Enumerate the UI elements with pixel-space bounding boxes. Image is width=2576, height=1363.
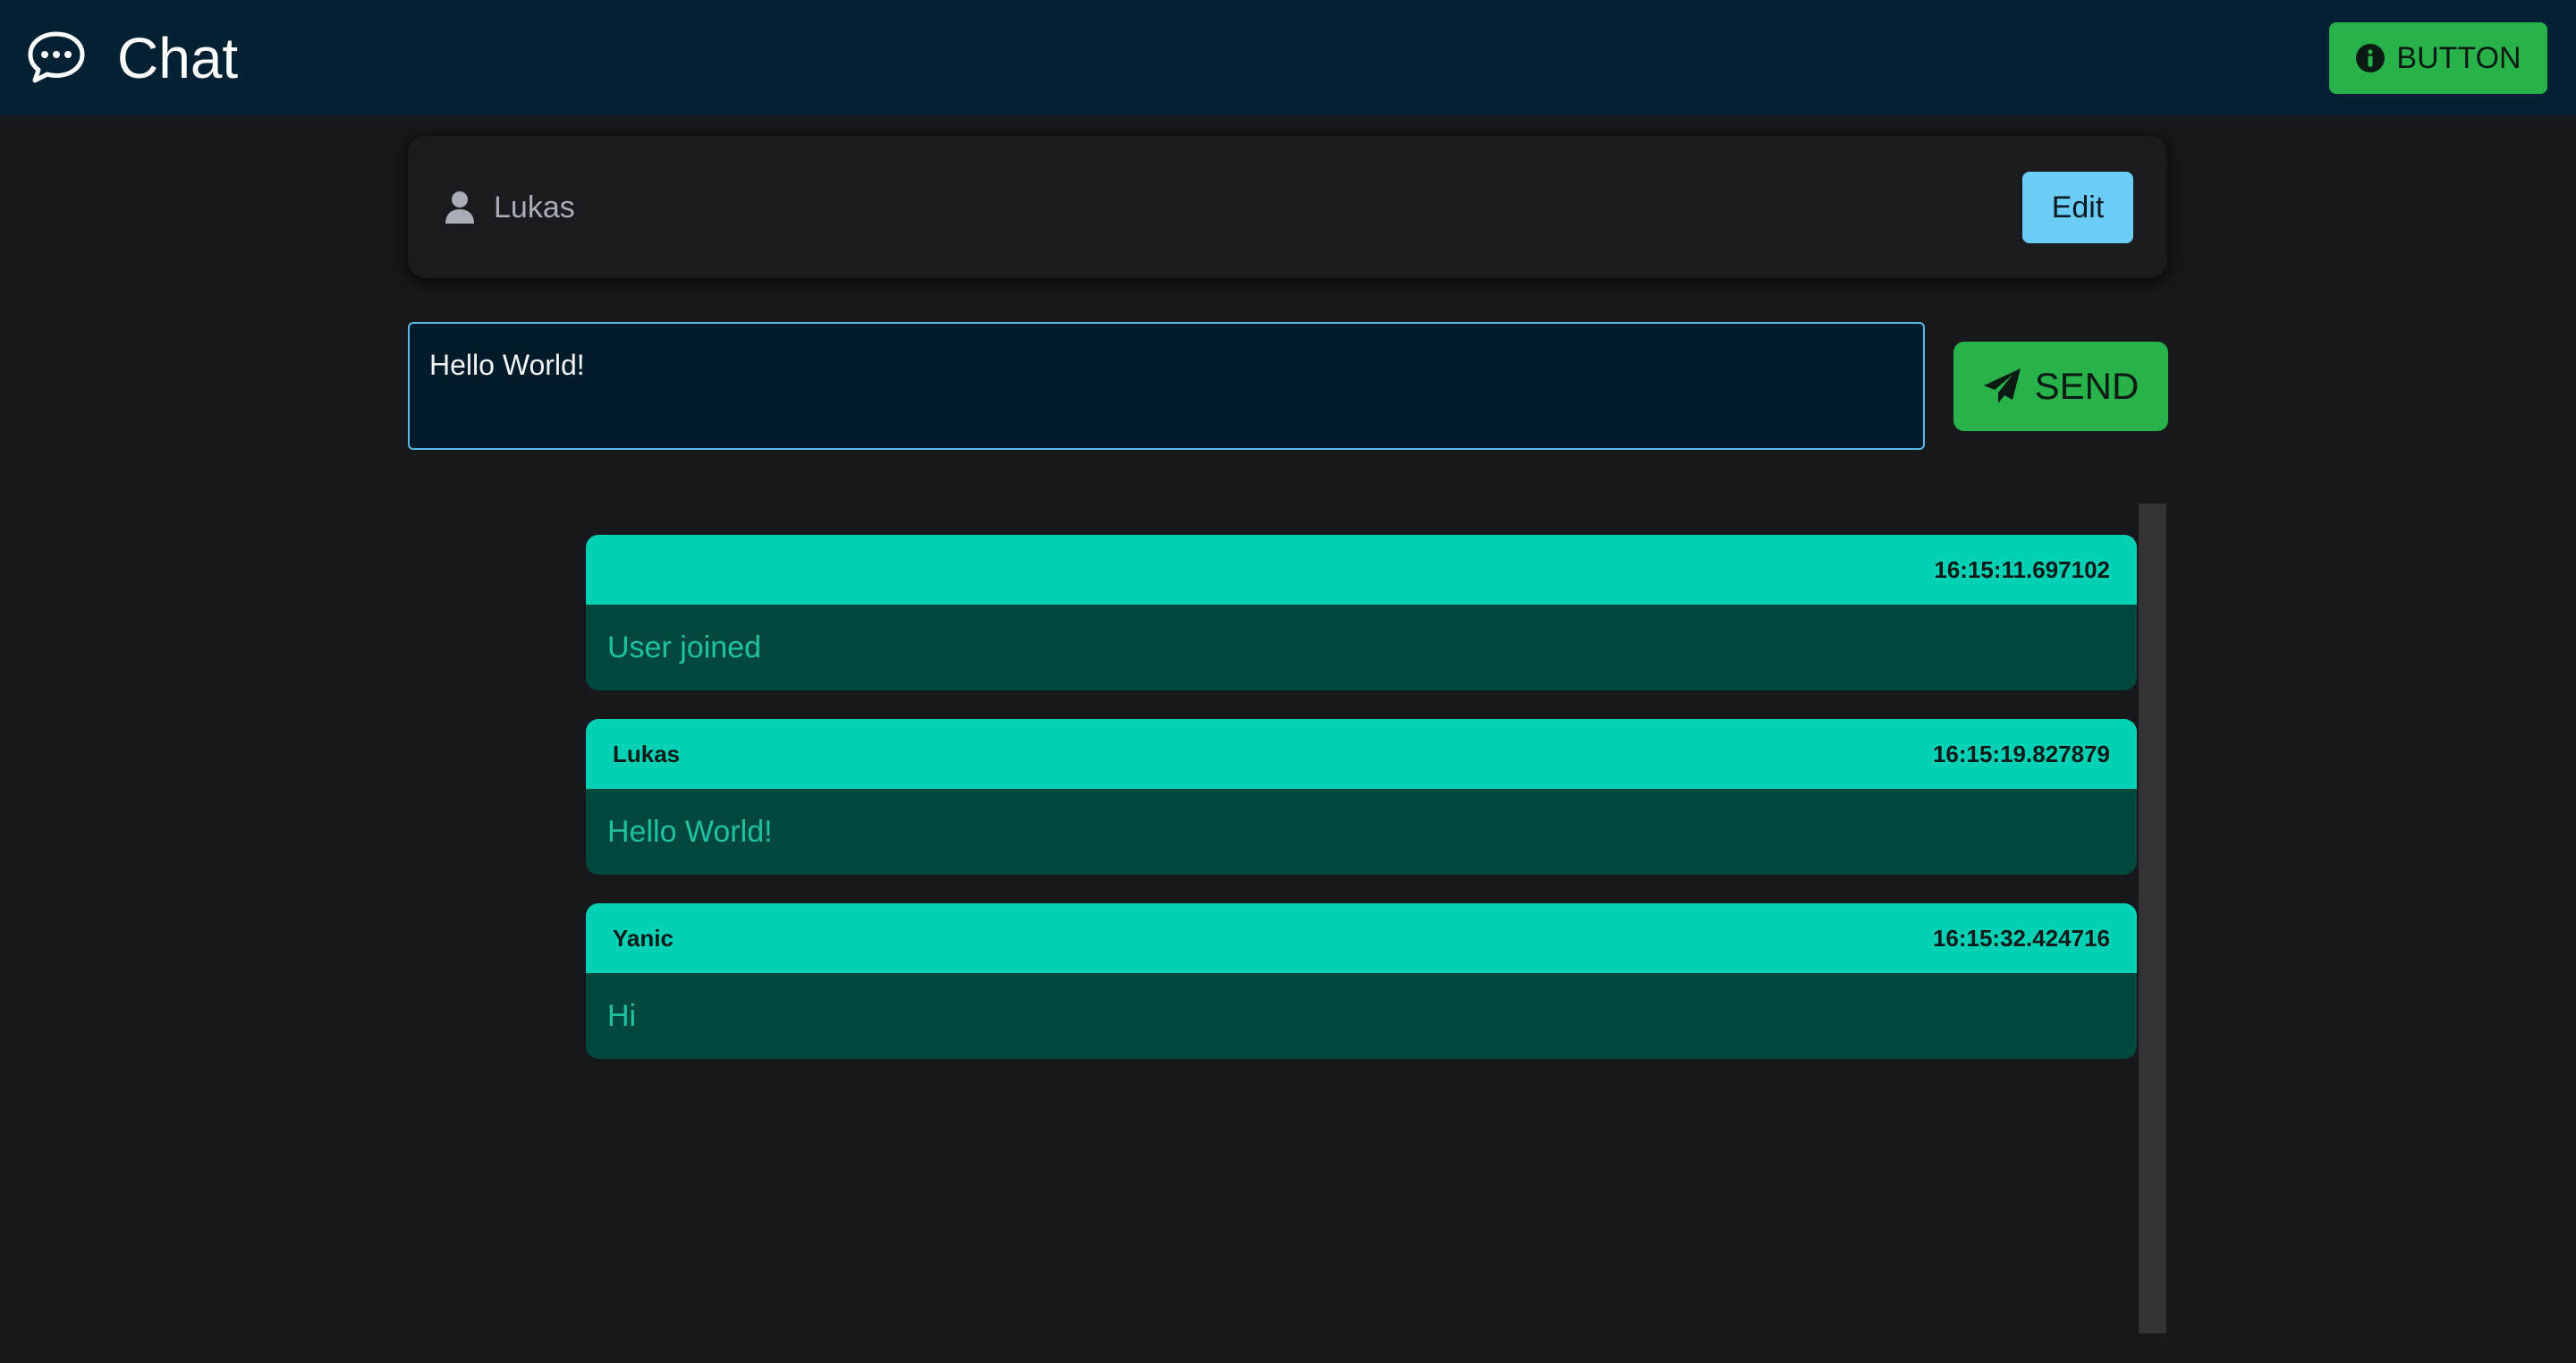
header-button[interactable]: BUTTON xyxy=(2329,22,2547,94)
edit-button[interactable]: Edit xyxy=(2022,172,2133,243)
message-list: 16:15:11.697102 User joined Lukas 16:15:… xyxy=(586,535,2137,1088)
app-title: Chat xyxy=(117,26,239,90)
message: 16:15:11.697102 User joined xyxy=(586,535,2137,690)
message-header: 16:15:11.697102 xyxy=(586,535,2137,605)
user-card: Lukas Edit xyxy=(408,136,2167,278)
message-header: Lukas 16:15:19.827879 xyxy=(586,719,2137,789)
message-text: Hi xyxy=(586,973,2137,1059)
message-timestamp: 16:15:19.827879 xyxy=(1932,740,2110,767)
paper-plane-icon xyxy=(1983,368,2021,403)
username: Lukas xyxy=(494,190,575,224)
top-bar: Chat BUTTON xyxy=(0,0,2576,115)
message-list-scrollbar[interactable] xyxy=(2139,504,2166,1333)
send-button-label: SEND xyxy=(2034,365,2140,407)
user-icon xyxy=(445,191,474,224)
message-text: User joined xyxy=(586,605,2137,690)
message-timestamp: 16:15:32.424716 xyxy=(1932,924,2110,952)
message: Yanic 16:15:32.424716 Hi xyxy=(586,903,2137,1059)
message-sender: Lukas xyxy=(613,740,681,767)
info-icon xyxy=(2356,44,2385,72)
chat-bubble-icon xyxy=(28,31,85,83)
message-header: Yanic 16:15:32.424716 xyxy=(586,903,2137,973)
message-timestamp: 16:15:11.697102 xyxy=(1934,555,2110,583)
message-input[interactable]: Hello World! xyxy=(408,322,1925,450)
message-text: Hello World! xyxy=(586,789,2137,875)
send-button[interactable]: SEND xyxy=(1953,342,2168,431)
message: Lukas 16:15:19.827879 Hello World! xyxy=(586,719,2137,875)
message-sender: Yanic xyxy=(613,924,674,952)
header-button-label: BUTTON xyxy=(2396,40,2521,75)
